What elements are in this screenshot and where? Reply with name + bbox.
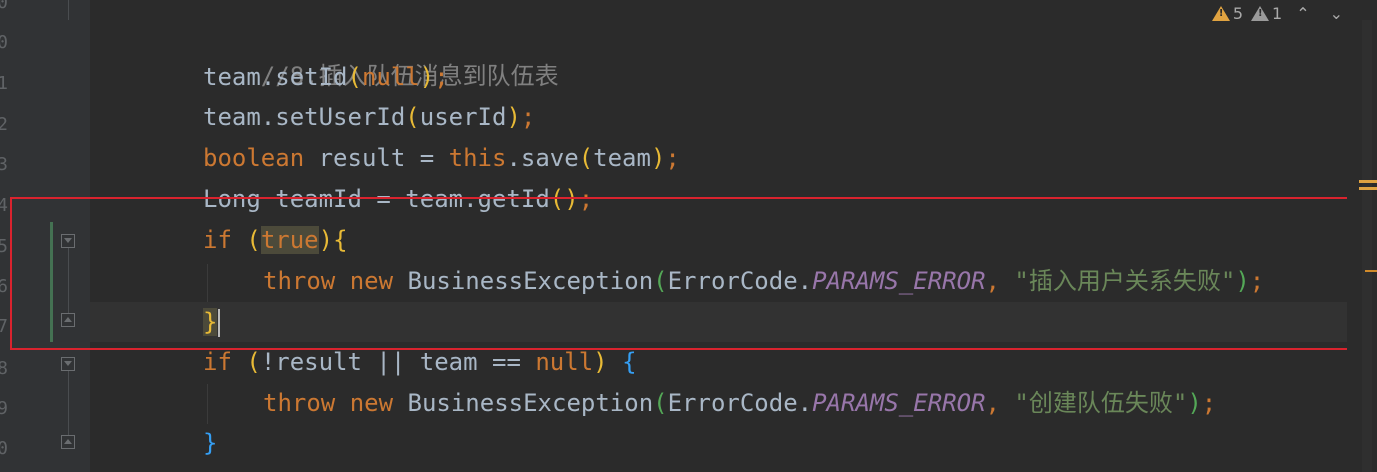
keyword-token: null	[535, 348, 594, 376]
indent-guide	[207, 384, 208, 424]
fold-guide-line	[68, 370, 69, 436]
paren-token: )	[593, 348, 608, 376]
warnings-count: 5	[1232, 3, 1243, 23]
warnings-indicator[interactable]: ! 5	[1211, 3, 1243, 23]
warning-triangle-icon: !	[1211, 5, 1230, 21]
line-number: 6	[0, 276, 8, 297]
string-token: "创建队伍失败"	[1014, 389, 1188, 417]
code-token: team.setId	[203, 63, 348, 91]
keyword-token: new	[349, 389, 394, 417]
weak-warnings-indicator[interactable]: ! 1	[1251, 4, 1282, 23]
chevron-up-icon[interactable]: ⌃	[1290, 4, 1315, 23]
line-number: 0	[0, 438, 8, 459]
highlight-annotation-box	[10, 197, 1349, 350]
code-token: ErrorCode.	[667, 389, 813, 417]
code-line: team.setUserId(userId);	[203, 97, 535, 137]
paren-token: (	[347, 63, 362, 91]
keyword-token: boolean	[203, 144, 305, 172]
constant-token: PARAMS_ERROR	[812, 389, 986, 417]
line-number: 5	[0, 236, 8, 257]
line-number: 0	[0, 32, 8, 53]
fold-collapse-icon[interactable]	[61, 435, 75, 449]
code-token: !result || team ==	[260, 348, 536, 376]
semicolon-token: ;	[434, 63, 449, 91]
brace-token: }	[203, 429, 218, 457]
keyword-token: null	[361, 63, 420, 91]
line-number: 7	[0, 316, 8, 337]
code-line: }	[203, 423, 217, 463]
vertical-scrollbar[interactable]	[1347, 0, 1377, 472]
line-number: 9	[0, 398, 8, 419]
code-token: .save	[506, 144, 579, 172]
code-token: team.setUserId	[203, 103, 406, 131]
warning-stripe-marker[interactable]	[1359, 187, 1377, 190]
semicolon-token: ;	[665, 144, 680, 172]
line-number: 3	[0, 154, 8, 175]
chevron-down-icon[interactable]: ⌄	[1324, 4, 1349, 23]
warning-stripe-marker[interactable]	[1365, 270, 1377, 272]
warning-stripe-marker[interactable]	[1359, 180, 1377, 183]
scrollbar-track[interactable]	[1362, 20, 1372, 472]
keyword-token: throw	[263, 389, 336, 417]
line-number: 4	[0, 195, 8, 216]
paren-token: )	[1187, 389, 1202, 417]
paren-token: )	[650, 144, 666, 172]
inspection-widget[interactable]: ! 5 ! 1 ⌃ ⌄	[1211, 2, 1349, 24]
fold-guide-line	[68, 0, 69, 20]
fold-expand-icon[interactable]	[61, 357, 75, 371]
code-line: throw new BusinessException(ErrorCode.PA…	[263, 383, 1216, 423]
weak-warning-triangle-icon: !	[1251, 5, 1269, 21]
line-number: 8	[0, 358, 8, 379]
paren-token: (	[405, 103, 420, 131]
brace-token: {	[622, 348, 637, 376]
paren-token: )	[419, 63, 435, 91]
comma-token: ,	[985, 389, 1015, 417]
code-line: boolean result = this.save(team);	[203, 138, 680, 178]
semicolon-token: ;	[1201, 389, 1217, 417]
code-token: BusinessException	[393, 389, 654, 417]
paren-token: (	[653, 389, 668, 417]
paren-token: (	[246, 348, 261, 376]
paren-token: )	[506, 103, 521, 131]
semicolon-token: ;	[520, 103, 536, 131]
code-token: userId	[419, 103, 507, 131]
paren-token: (	[578, 144, 594, 172]
line-number: 0	[0, 0, 8, 13]
code-token: team	[593, 144, 651, 172]
keyword-token: this	[448, 144, 507, 172]
line-number: 2	[0, 114, 8, 135]
keyword-token: if	[203, 348, 232, 376]
code-line: //8.插入队伍消息到队伍表	[203, 16, 559, 90]
code-line: team.setId(null);	[203, 57, 449, 97]
line-number: 1	[0, 73, 8, 94]
weak-warnings-count: 1	[1272, 3, 1283, 23]
code-token: result =	[304, 144, 449, 172]
